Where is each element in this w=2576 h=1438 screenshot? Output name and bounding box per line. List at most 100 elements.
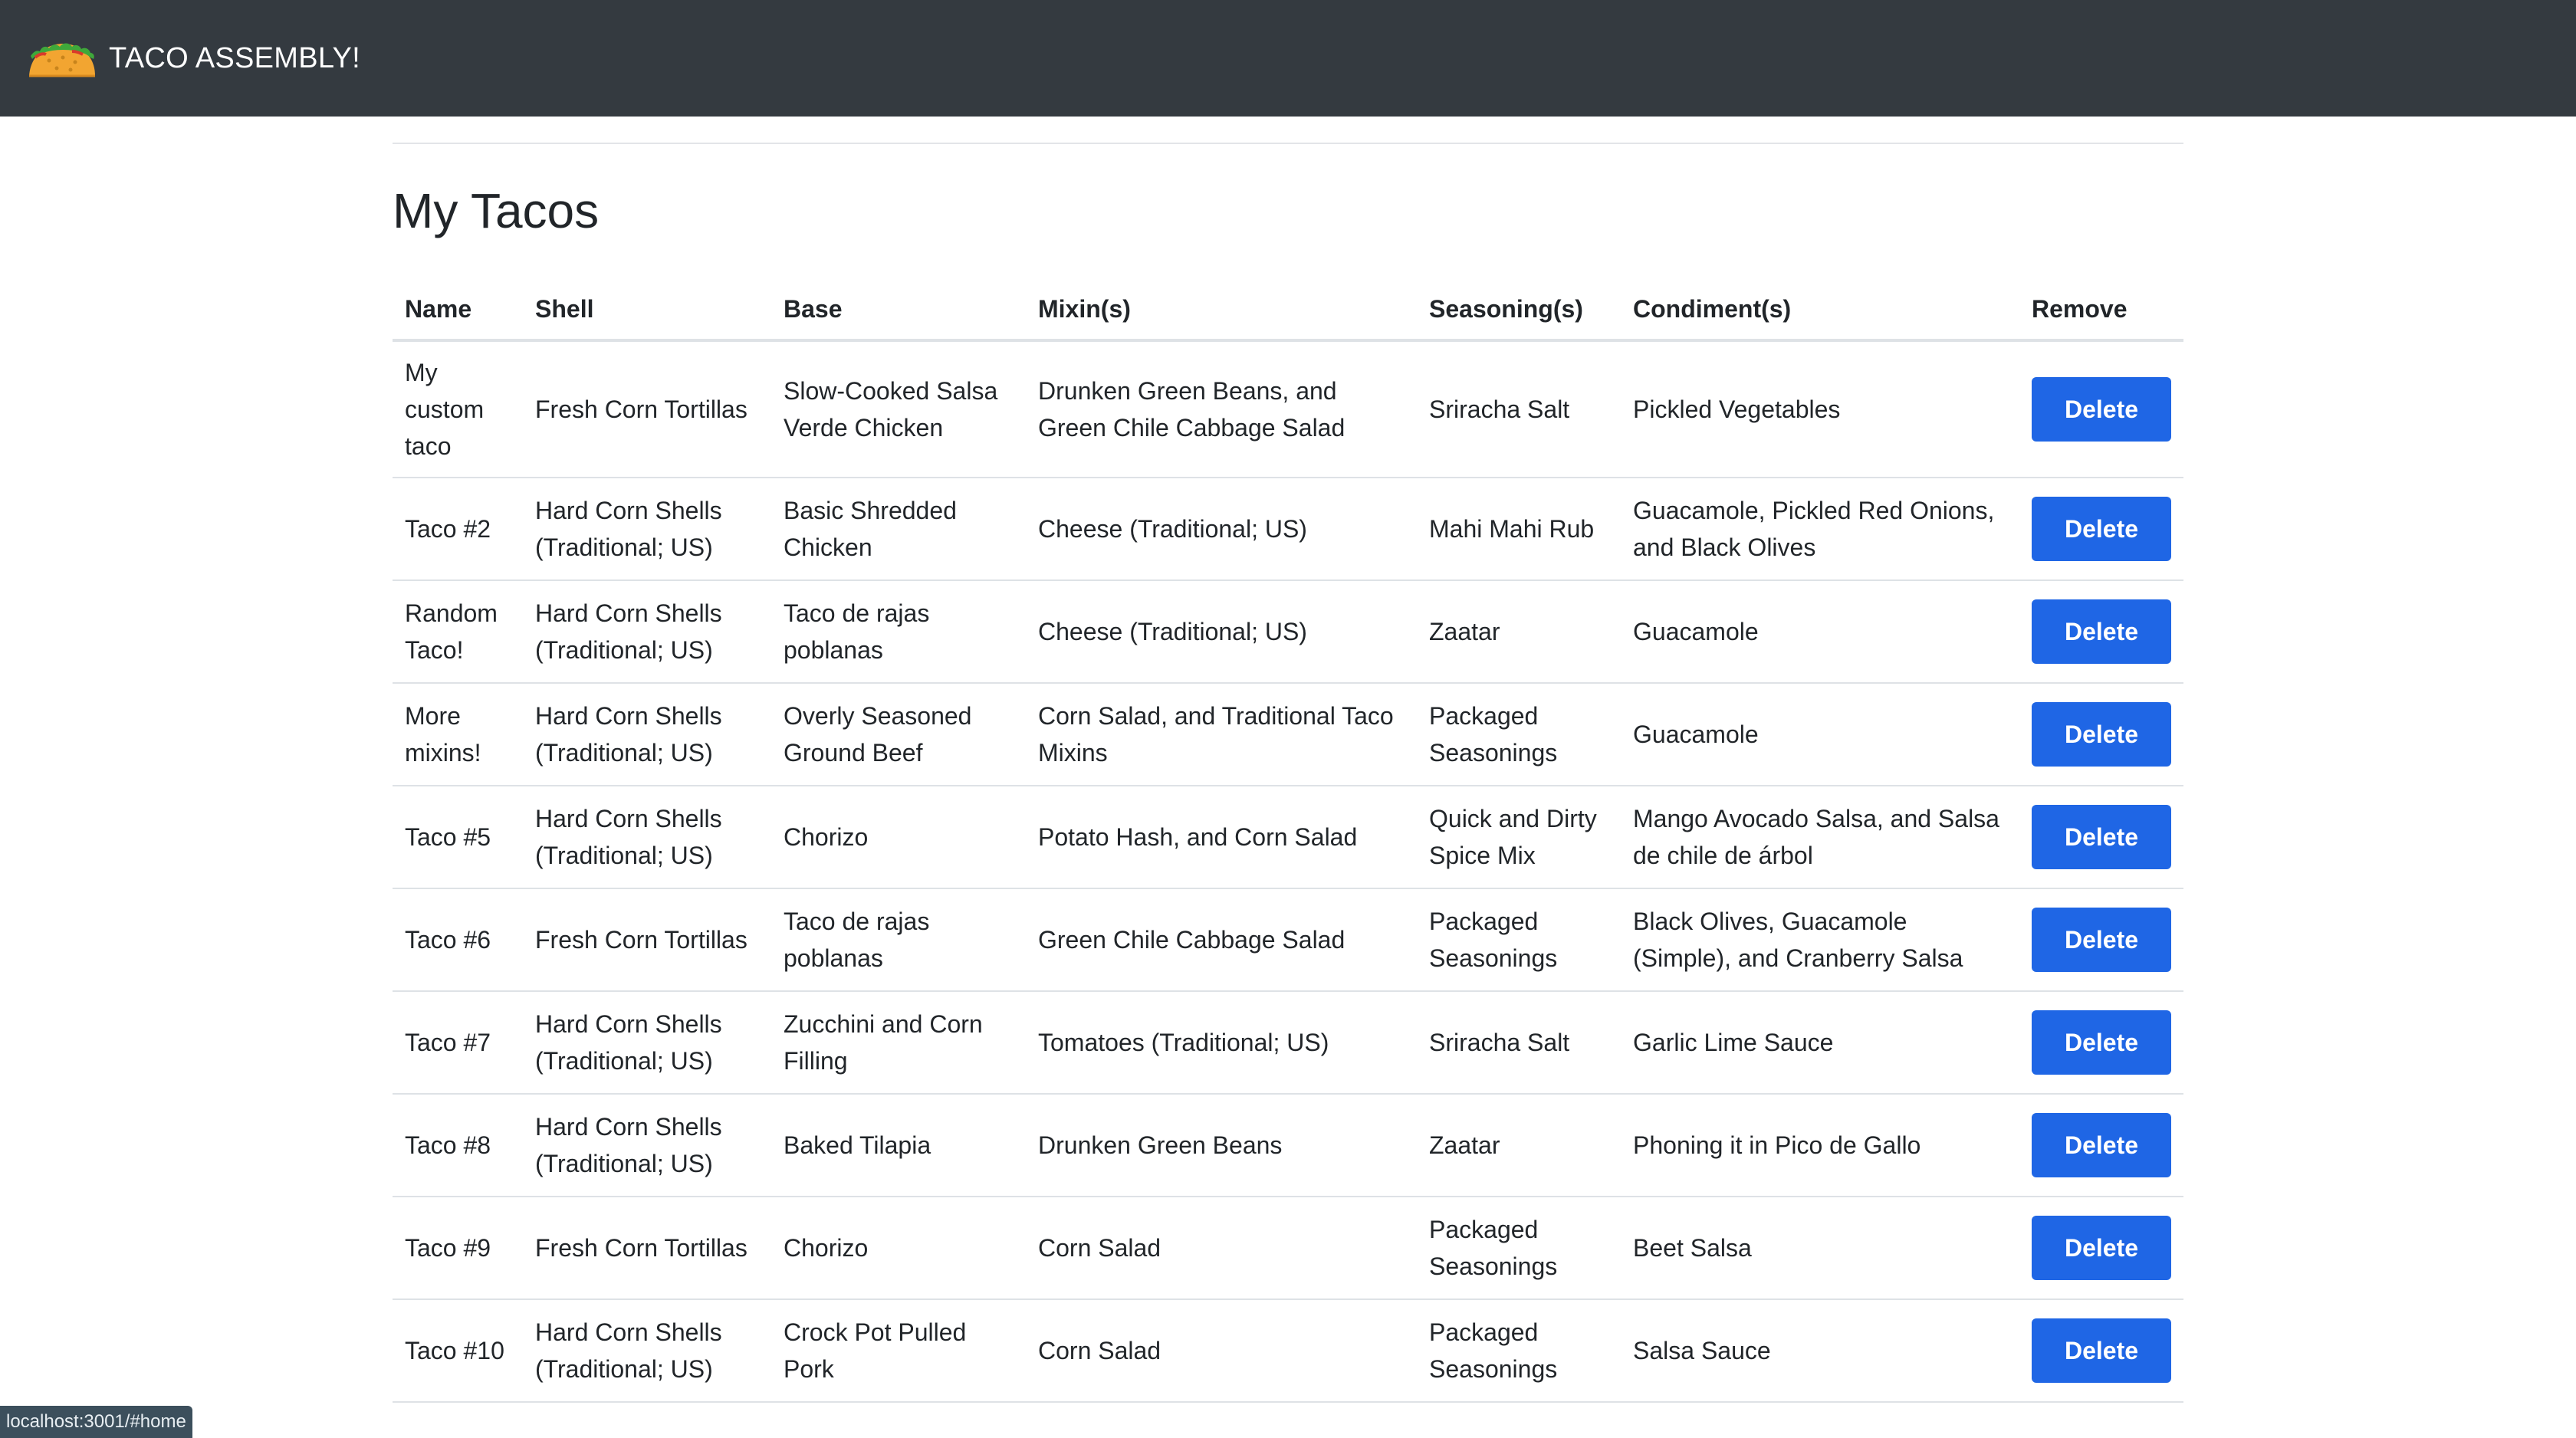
table-row: Taco #9 Fresh Corn Tortillas Chorizo Cor… [393,1197,2183,1300]
cell-condiments: Beet Salsa [1621,1197,2019,1300]
cell-seasonings: Mahi Mahi Rub [1417,478,1621,581]
cell-mixins: Corn Salad [1026,1299,1417,1403]
delete-button[interactable]: Delete [2032,1113,2171,1177]
taco-icon [29,43,95,77]
cell-shell: Hard Corn Shells (Traditional; US) [523,580,771,684]
column-header-mixins: Mixin(s) [1026,279,1417,342]
column-header-base: Base [771,279,1026,342]
table-row: More mixins! Hard Corn Shells (Tradition… [393,683,2183,786]
cell-shell: Hard Corn Shells (Traditional; US) [523,683,771,786]
cell-shell: Fresh Corn Tortillas [523,1197,771,1300]
delete-button[interactable]: Delete [2032,599,2171,664]
cell-base: Crock Pot Pulled Pork [771,1299,1026,1403]
cell-remove: Delete [2019,340,2183,478]
cell-mixins: Drunken Green Beans [1026,1094,1417,1197]
table-row: Taco #8 Hard Corn Shells (Traditional; U… [393,1094,2183,1197]
cell-mixins: Corn Salad [1026,1197,1417,1300]
cell-name: Taco #10 [393,1299,523,1403]
cell-remove: Delete [2019,991,2183,1095]
cell-remove: Delete [2019,1197,2183,1300]
cell-condiments: Garlic Lime Sauce [1621,991,2019,1095]
cell-condiments: Salsa Sauce [1621,1299,2019,1403]
column-header-condiments: Condiment(s) [1621,279,2019,342]
column-header-remove: Remove [2019,279,2183,342]
delete-button[interactable]: Delete [2032,1010,2171,1075]
cell-shell: Hard Corn Shells (Traditional; US) [523,991,771,1095]
cell-shell: Hard Corn Shells (Traditional; US) [523,786,771,889]
delete-button[interactable]: Delete [2032,702,2171,767]
cell-seasonings: Sriracha Salt [1417,991,1621,1095]
delete-button[interactable]: Delete [2032,377,2171,442]
cell-seasonings: Sriracha Salt [1417,340,1621,478]
cell-mixins: Drunken Green Beans, and Green Chile Cab… [1026,340,1417,478]
cell-shell: Hard Corn Shells (Traditional; US) [523,478,771,581]
cell-name: Taco #8 [393,1094,523,1197]
delete-button[interactable]: Delete [2032,1318,2171,1383]
cell-condiments: Guacamole [1621,683,2019,786]
cell-mixins: Cheese (Traditional; US) [1026,580,1417,684]
cell-name: My custom taco [393,340,523,478]
table-header-row: Name Shell Base Mixin(s) Seasoning(s) Co… [393,279,2183,342]
cell-base: Taco de rajas poblanas [771,888,1026,992]
cell-seasonings: Packaged Seasonings [1417,888,1621,992]
cell-base: Zucchini and Corn Filling [771,991,1026,1095]
cell-shell: Fresh Corn Tortillas [523,888,771,992]
delete-button[interactable]: Delete [2032,1216,2171,1280]
delete-button[interactable]: Delete [2032,497,2171,561]
cell-name: Taco #9 [393,1197,523,1300]
cell-name: Taco #5 [393,786,523,889]
cell-remove: Delete [2019,1299,2183,1403]
cell-remove: Delete [2019,1094,2183,1197]
cell-base: Chorizo [771,1197,1026,1300]
cell-condiments: Black Olives, Guacamole (Simple), and Cr… [1621,888,2019,992]
cell-name: Taco #6 [393,888,523,992]
cell-name: More mixins! [393,683,523,786]
cell-shell: Fresh Corn Tortillas [523,340,771,478]
page-title: My Tacos [393,183,600,238]
cell-base: Baked Tilapia [771,1094,1026,1197]
cell-seasonings: Packaged Seasonings [1417,1299,1621,1403]
cell-condiments: Mango Avocado Salsa, and Salsa de chile … [1621,786,2019,889]
table-row: Taco #7 Hard Corn Shells (Traditional; U… [393,991,2183,1095]
cell-mixins: Tomatoes (Traditional; US) [1026,991,1417,1095]
cell-base: Basic Shredded Chicken [771,478,1026,581]
table-row: Taco #5 Hard Corn Shells (Traditional; U… [393,786,2183,889]
table-row: Random Taco! Hard Corn Shells (Tradition… [393,580,2183,684]
cell-remove: Delete [2019,478,2183,581]
column-header-name: Name [393,279,523,342]
cell-seasonings: Quick and Dirty Spice Mix [1417,786,1621,889]
cell-seasonings: Packaged Seasonings [1417,1197,1621,1300]
cell-seasonings: Packaged Seasonings [1417,683,1621,786]
cell-base: Taco de rajas poblanas [771,580,1026,684]
cell-remove: Delete [2019,580,2183,684]
cell-shell: Hard Corn Shells (Traditional; US) [523,1094,771,1197]
cell-condiments: Guacamole [1621,580,2019,684]
cell-base: Chorizo [771,786,1026,889]
status-bar-url: localhost:3001/#home [0,1406,192,1438]
cell-name: Random Taco! [393,580,523,684]
column-header-seasonings: Seasoning(s) [1417,279,1621,342]
cell-condiments: Pickled Vegetables [1621,340,2019,478]
delete-button[interactable]: Delete [2032,805,2171,869]
column-header-shell: Shell [523,279,771,342]
brand-title: TACO ASSEMBLY! [109,41,360,74]
divider [393,143,2183,144]
brand-link[interactable]: TACO ASSEMBLY! [26,38,360,79]
cell-remove: Delete [2019,786,2183,889]
delete-button[interactable]: Delete [2032,908,2171,972]
cell-mixins: Potato Hash, and Corn Salad [1026,786,1417,889]
cell-remove: Delete [2019,683,2183,786]
cell-seasonings: Zaatar [1417,1094,1621,1197]
navbar: TACO ASSEMBLY! [0,0,2576,117]
table-row: My custom taco Fresh Corn Tortillas Slow… [393,340,2183,478]
cell-shell: Hard Corn Shells (Traditional; US) [523,1299,771,1403]
cell-seasonings: Zaatar [1417,580,1621,684]
table-row: Taco #10 Hard Corn Shells (Traditional; … [393,1299,2183,1403]
cell-mixins: Cheese (Traditional; US) [1026,478,1417,581]
cell-remove: Delete [2019,888,2183,992]
tacos-table: Name Shell Base Mixin(s) Seasoning(s) Co… [393,279,2183,1403]
table-row: Taco #2 Hard Corn Shells (Traditional; U… [393,478,2183,581]
cell-condiments: Guacamole, Pickled Red Onions, and Black… [1621,478,2019,581]
table-row: Taco #6 Fresh Corn Tortillas Taco de raj… [393,888,2183,992]
cell-name: Taco #2 [393,478,523,581]
